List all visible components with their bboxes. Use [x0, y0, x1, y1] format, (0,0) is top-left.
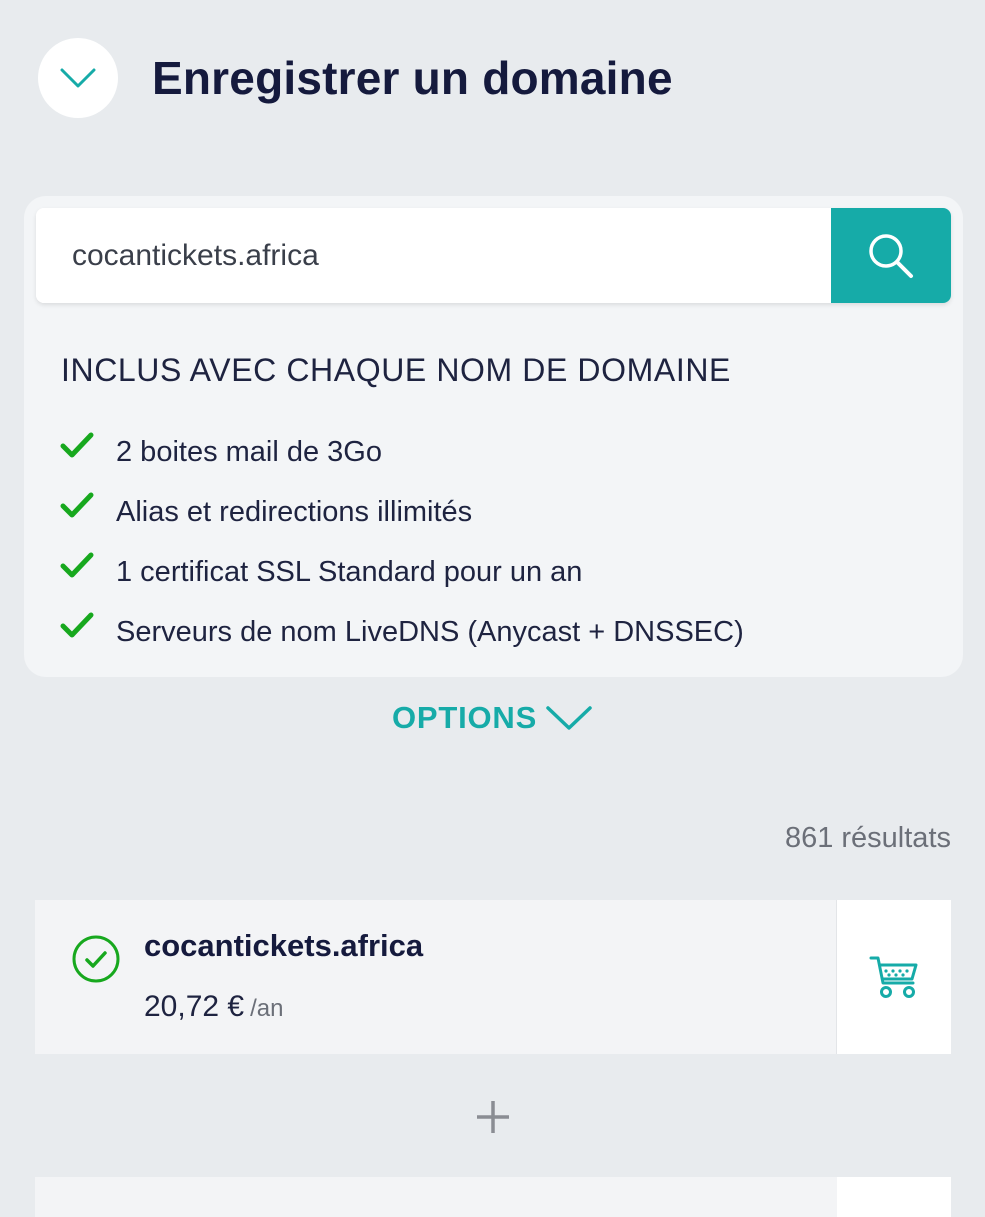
domain-result-row: cocantickets.africa 20,72 €/an — [35, 900, 951, 1054]
feature-item: Alias et redirections illimités — [60, 482, 744, 542]
domain-search-input[interactable] — [36, 208, 831, 303]
page-header: Enregistrer un domaine — [38, 38, 673, 118]
feature-label: 2 boites mail de 3Go — [116, 435, 382, 468]
domain-result-row — [35, 1177, 951, 1217]
price-unit: /an — [250, 995, 284, 1022]
check-icon — [60, 552, 94, 578]
options-label: OPTIONS — [391, 700, 538, 735]
feature-label: Serveurs de nom LiveDNS (Anycast + DNSSE… — [116, 615, 744, 648]
search-bar — [36, 208, 951, 303]
domain-price: 20,72 € — [144, 990, 245, 1023]
feature-list: 2 boites mail de 3Go Alias et redirectio… — [60, 422, 744, 662]
domain-result-info: cocantickets.africa 20,72 €/an — [35, 900, 836, 1054]
check-icon — [60, 612, 94, 638]
feature-label: Alias et redirections illimités — [116, 495, 473, 528]
feature-item: 2 boites mail de 3Go — [60, 422, 744, 482]
feature-item: 1 certificat SSL Standard pour un an — [60, 542, 744, 602]
page-title: Enregistrer un domaine — [152, 52, 673, 104]
plus-icon — [477, 1101, 509, 1133]
search-card: INCLUS AVEC CHAQUE NOM DE DOMAINE 2 boit… — [24, 196, 963, 677]
feature-label: 1 certificat SSL Standard pour un an — [116, 555, 583, 588]
check-icon — [60, 492, 94, 518]
search-button[interactable] — [831, 208, 951, 303]
show-more-button[interactable] — [468, 1092, 518, 1142]
feature-item: Serveurs de nom LiveDNS (Anycast + DNSSE… — [60, 602, 744, 662]
domain-name[interactable]: cocantickets.africa — [144, 928, 423, 964]
check-icon — [60, 432, 94, 458]
search-icon — [869, 233, 913, 278]
options-toggle[interactable]: OPTIONS — [0, 700, 985, 736]
results-count: 861 résultats — [784, 822, 951, 854]
cart-icon — [869, 956, 918, 998]
add-to-cart-button[interactable] — [837, 1177, 951, 1217]
included-title: INCLUS AVEC CHAQUE NOM DE DOMAINE — [61, 352, 731, 388]
available-check-icon — [72, 935, 120, 983]
chevron-down-icon — [60, 68, 96, 88]
domain-price-line: 20,72 €/an — [144, 990, 283, 1024]
add-to-cart-button[interactable] — [836, 900, 951, 1054]
collapse-button[interactable] — [38, 38, 118, 118]
chevron-down-icon — [546, 706, 592, 730]
